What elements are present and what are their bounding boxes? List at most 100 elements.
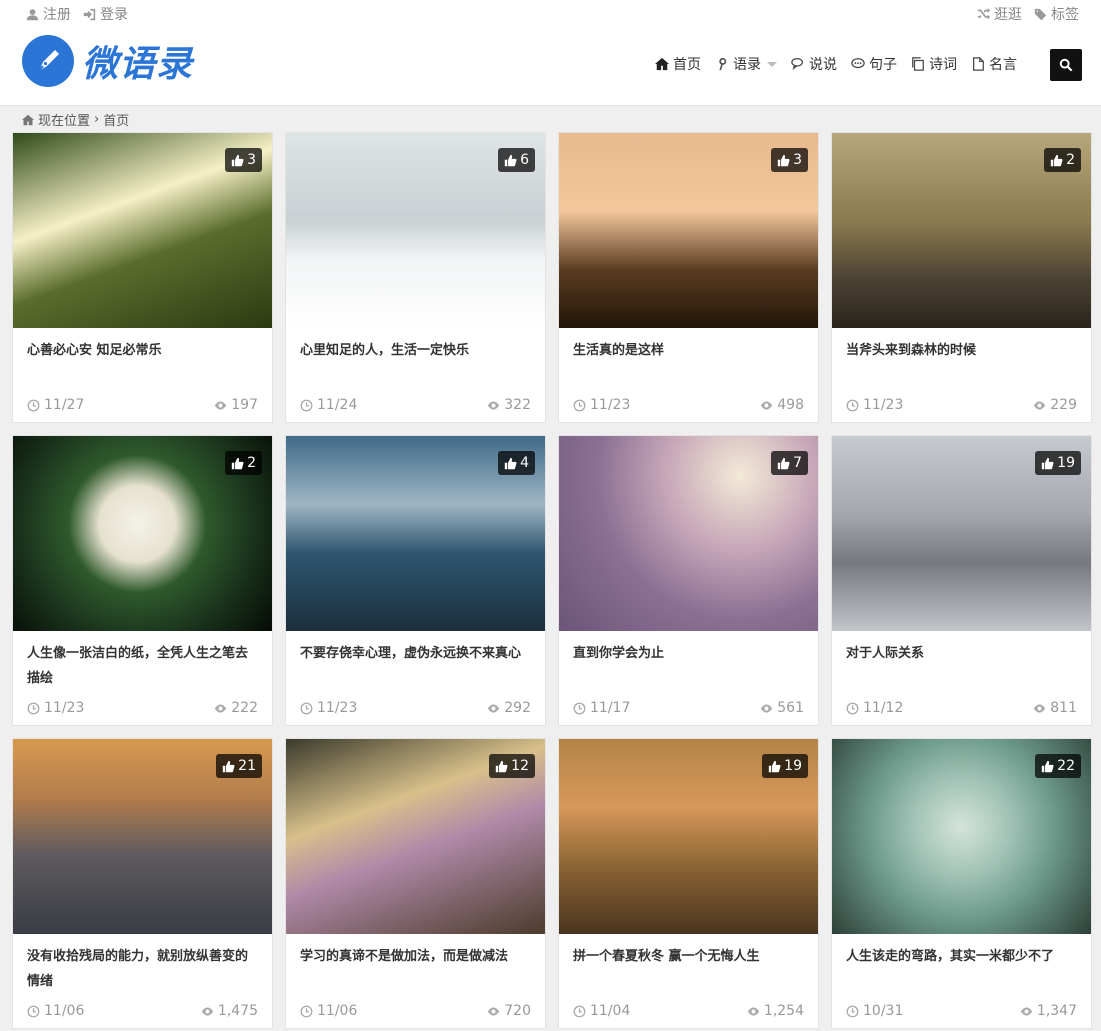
search-button[interactable] bbox=[1050, 49, 1082, 81]
post-card-8[interactable]: 19 对于人际关系 11/12 811 bbox=[831, 435, 1092, 726]
post-thumbnail[interactable]: 19 bbox=[832, 436, 1091, 631]
file-icon bbox=[973, 57, 984, 71]
like-badge: 12 bbox=[489, 754, 535, 778]
post-card-10[interactable]: 12 学习的真谛不是做加法，而是做减法 11/06 720 bbox=[285, 738, 546, 1029]
post-views: 322 bbox=[487, 397, 531, 413]
like-badge: 2 bbox=[1044, 148, 1081, 172]
post-title[interactable]: 心善必心安 知足必常乐 bbox=[27, 338, 258, 363]
post-title[interactable]: 对于人际关系 bbox=[846, 641, 1077, 666]
clock-icon bbox=[846, 399, 859, 411]
like-badge: 7 bbox=[771, 451, 808, 475]
register-link[interactable]: 注册 bbox=[26, 4, 71, 24]
post-card-9[interactable]: 21 没有收拾残局的能力，就别放纵善变的情绪 11/06 1,475 bbox=[12, 738, 273, 1029]
post-views: 197 bbox=[214, 397, 258, 413]
post-title[interactable]: 拼一个春夏秋冬 赢一个无悔人生 bbox=[573, 944, 804, 969]
post-card-6[interactable]: 4 不要存侥幸心理，虚伪永远换不来真心 11/23 292 bbox=[285, 435, 546, 726]
post-thumbnail[interactable]: 21 bbox=[13, 739, 272, 934]
post-date: 10/31 bbox=[846, 1003, 903, 1019]
post-title[interactable]: 当斧头来到森林的时候 bbox=[846, 338, 1077, 363]
post-card-5[interactable]: 2 人生像一张洁白的纸，全凭人生之笔去描绘 11/23 222 bbox=[12, 435, 273, 726]
nav-item-quotes[interactable]: 语录 bbox=[715, 54, 777, 74]
post-card-3[interactable]: 3 生活真的是这样 11/23 498 bbox=[558, 132, 819, 423]
home-icon bbox=[655, 57, 669, 71]
login-link[interactable]: 登录 bbox=[83, 4, 128, 24]
post-card-11[interactable]: 19 拼一个春夏秋冬 赢一个无悔人生 11/04 1,254 bbox=[558, 738, 819, 1029]
post-meta: 11/24 322 bbox=[300, 397, 531, 413]
post-views: 720 bbox=[487, 1003, 531, 1019]
post-title[interactable]: 人生像一张洁白的纸，全凭人生之笔去描绘 bbox=[27, 641, 258, 691]
thumbs-up-icon bbox=[777, 154, 790, 166]
post-meta: 11/04 1,254 bbox=[573, 1003, 804, 1019]
shuffle-icon bbox=[977, 7, 990, 19]
post-thumbnail[interactable]: 3 bbox=[13, 133, 272, 328]
post-date: 11/12 bbox=[846, 700, 903, 716]
post-date: 11/23 bbox=[573, 397, 630, 413]
post-card-7[interactable]: 7 直到你学会为止 11/17 561 bbox=[558, 435, 819, 726]
post-title[interactable]: 心里知足的人，生活一定快乐 bbox=[300, 338, 531, 363]
post-views: 498 bbox=[760, 397, 804, 413]
eye-icon bbox=[747, 1006, 760, 1016]
post-thumbnail[interactable]: 2 bbox=[832, 133, 1091, 328]
post-title[interactable]: 直到你学会为止 bbox=[573, 641, 804, 666]
tags-link[interactable]: 标签 bbox=[1034, 4, 1079, 24]
thumbs-up-icon bbox=[777, 457, 790, 469]
nav-item-poems[interactable]: 诗词 bbox=[911, 54, 957, 74]
thumbs-up-icon bbox=[768, 760, 781, 772]
post-title[interactable]: 生活真的是这样 bbox=[573, 338, 804, 363]
post-card-4[interactable]: 2 当斧头来到森林的时候 11/23 229 bbox=[831, 132, 1092, 423]
post-thumbnail[interactable]: 6 bbox=[286, 133, 545, 328]
thumbs-up-icon bbox=[1050, 154, 1063, 166]
nav-item-famous-quotes[interactable]: 名言 bbox=[971, 54, 1017, 74]
like-count: 3 bbox=[247, 152, 256, 168]
breadcrumb-current[interactable]: 首页 bbox=[103, 110, 129, 129]
post-thumbnail[interactable]: 12 bbox=[286, 739, 545, 934]
post-thumbnail[interactable]: 7 bbox=[559, 436, 818, 631]
nav-item-sentences[interactable]: 句子 bbox=[851, 54, 897, 74]
like-badge: 6 bbox=[498, 148, 535, 172]
post-card-2[interactable]: 6 心里知足的人，生活一定快乐 11/24 322 bbox=[285, 132, 546, 423]
like-badge: 3 bbox=[225, 148, 262, 172]
main-nav: 首页 语录 说说 句子 诗词 名言 bbox=[655, 54, 1017, 74]
nav-item-home[interactable]: 首页 bbox=[655, 54, 701, 74]
thumbs-up-icon bbox=[1041, 760, 1054, 772]
post-views: 1,475 bbox=[201, 1003, 258, 1019]
post-date: 11/06 bbox=[27, 1003, 84, 1019]
post-thumbnail[interactable]: 2 bbox=[13, 436, 272, 631]
post-title[interactable]: 没有收拾残局的能力，就别放纵善变的情绪 bbox=[27, 944, 258, 994]
thumbs-up-icon bbox=[1041, 457, 1054, 469]
breadcrumb: 现在位置 › 首页 bbox=[22, 110, 129, 129]
chevron-down-icon bbox=[767, 61, 777, 67]
post-thumbnail[interactable]: 19 bbox=[559, 739, 818, 934]
post-meta: 11/06 1,475 bbox=[27, 1003, 258, 1019]
like-badge: 22 bbox=[1035, 754, 1081, 778]
like-count: 19 bbox=[1057, 455, 1075, 471]
post-card-1[interactable]: 3 心善必心安 知足必常乐 11/27 197 bbox=[12, 132, 273, 423]
post-card-12[interactable]: 22 人生该走的弯路，其实一米都少不了 10/31 1,347 bbox=[831, 738, 1092, 1029]
post-views: 1,347 bbox=[1020, 1003, 1077, 1019]
eye-icon bbox=[1020, 1006, 1033, 1016]
like-badge: 21 bbox=[216, 754, 262, 778]
post-meta: 11/27 197 bbox=[27, 397, 258, 413]
like-count: 7 bbox=[793, 455, 802, 471]
top-bar: 注册 登录 逛逛 标签 bbox=[0, 0, 1101, 26]
clock-icon bbox=[846, 702, 859, 714]
eye-icon bbox=[488, 1006, 500, 1016]
eye-icon bbox=[761, 703, 773, 713]
like-count: 22 bbox=[1057, 758, 1075, 774]
clock-icon bbox=[27, 399, 40, 411]
post-thumbnail[interactable]: 4 bbox=[286, 436, 545, 631]
post-title[interactable]: 学习的真谛不是做加法，而是做减法 bbox=[300, 944, 531, 969]
post-meta: 11/23 222 bbox=[27, 700, 258, 716]
post-thumbnail[interactable]: 3 bbox=[559, 133, 818, 328]
thumbs-up-icon bbox=[495, 760, 508, 772]
random-browse-link[interactable]: 逛逛 bbox=[977, 4, 1022, 24]
chat-icon bbox=[791, 57, 803, 70]
post-thumbnail[interactable]: 22 bbox=[832, 739, 1091, 934]
thumbs-up-icon bbox=[504, 154, 517, 166]
post-title[interactable]: 人生该走的弯路，其实一米都少不了 bbox=[846, 944, 1077, 969]
thumbs-up-icon bbox=[222, 760, 235, 772]
site-logo[interactable]: 微语录 bbox=[22, 35, 193, 87]
post-title[interactable]: 不要存侥幸心理，虚伪永远换不来真心 bbox=[300, 641, 531, 666]
nav-item-talk[interactable]: 说说 bbox=[791, 54, 837, 74]
breadcrumb-prefix: 现在位置 bbox=[38, 114, 91, 129]
